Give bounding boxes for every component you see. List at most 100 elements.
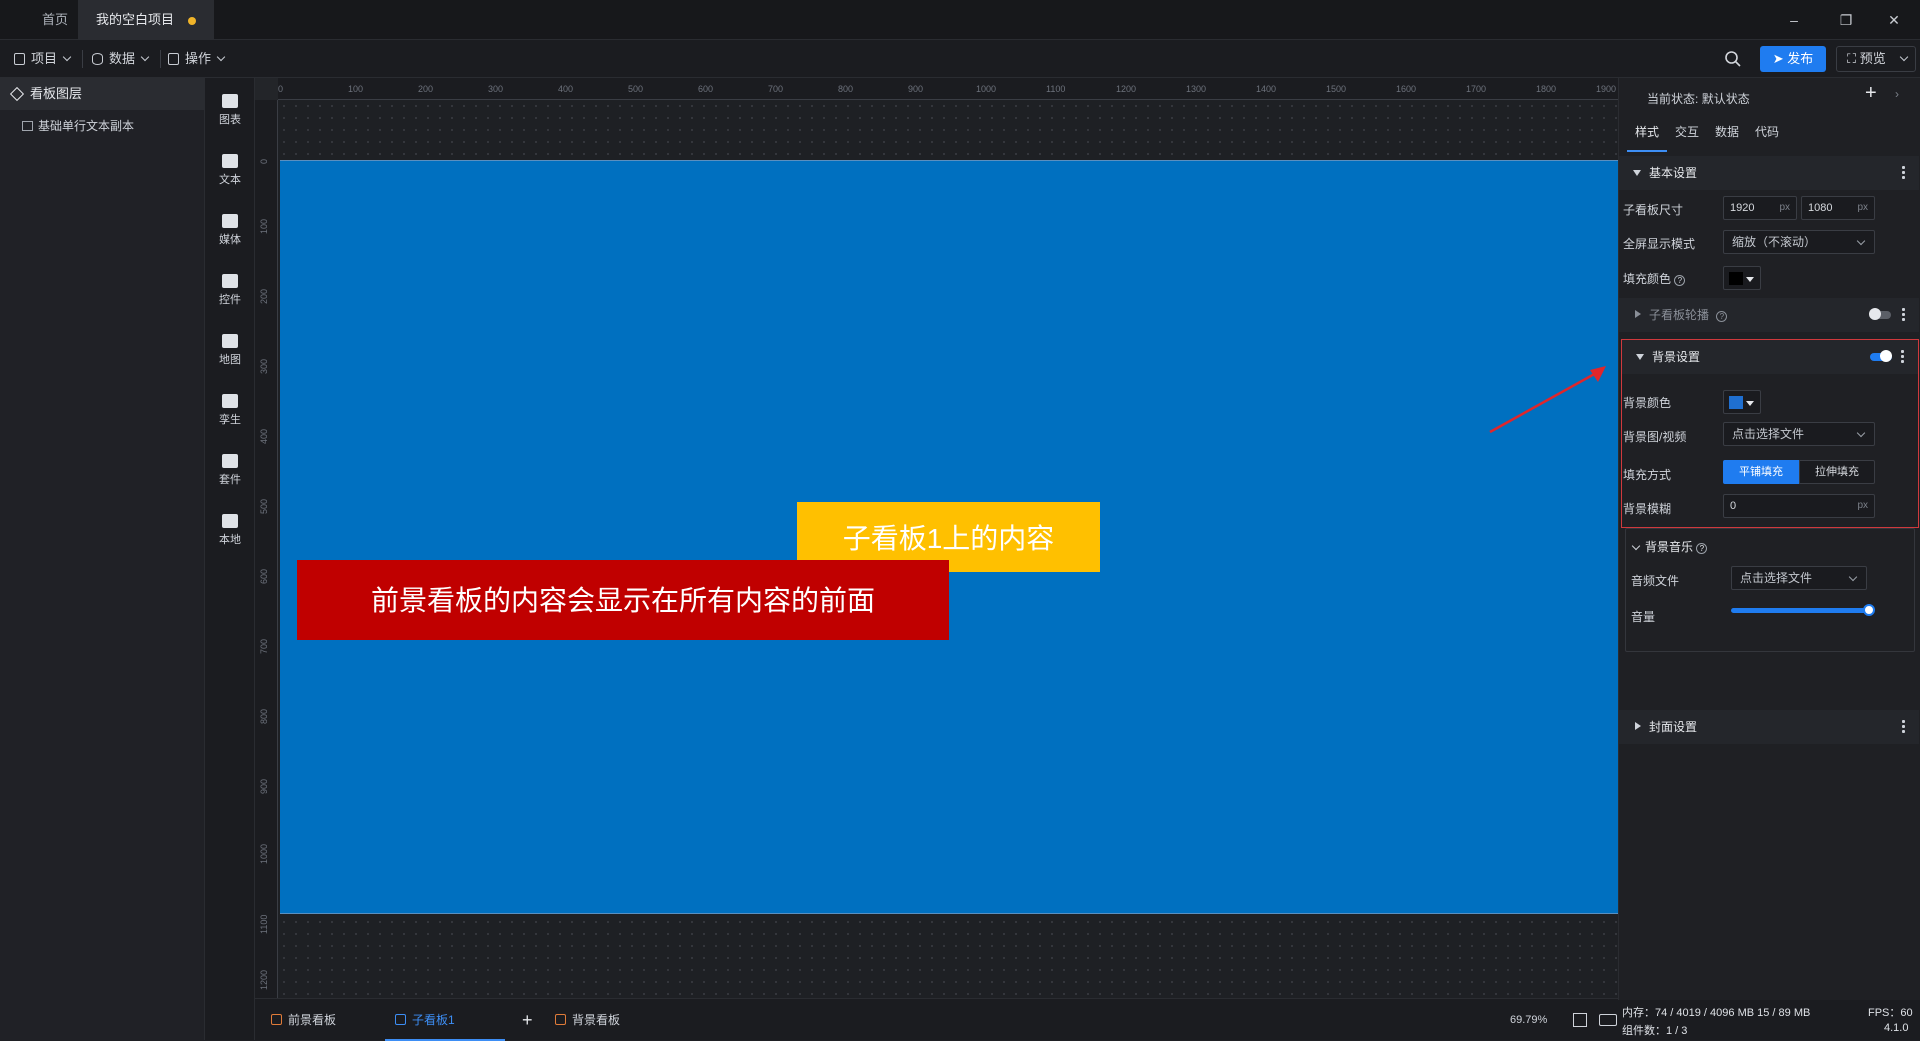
tab-child-board-1[interactable]: 子看板1 <box>385 999 505 1041</box>
layers-icon <box>9 86 25 102</box>
fullscreen-mode-select[interactable]: 缩放（不滚动） <box>1723 230 1875 254</box>
tool-map[interactable]: 地图 <box>205 324 255 376</box>
fill-mode-stretch-button[interactable]: 拉伸填充 <box>1799 460 1875 484</box>
minimize-button[interactable]: – <box>1768 0 1820 40</box>
unsaved-dot <box>188 16 197 25</box>
menu-project[interactable]: 项目 <box>14 40 72 78</box>
tool-local[interactable]: 本地 <box>205 504 255 556</box>
fit-screen-icon[interactable] <box>1573 1013 1587 1027</box>
help-icon[interactable]: ? <box>1696 543 1708 554</box>
fill-mode-tile-button[interactable]: 平铺填充 <box>1723 460 1799 484</box>
tool-widget[interactable]: 控件 <box>205 264 255 316</box>
expand-icon <box>1635 310 1641 318</box>
height-input[interactable]: 1080 px <box>1801 196 1875 220</box>
zoom-level[interactable]: 69.79% <box>1510 999 1547 1041</box>
chevron-down-icon <box>1899 52 1909 62</box>
section-cover-settings[interactable]: 封面设置 <box>1619 710 1919 744</box>
widget-icon <box>222 274 238 288</box>
label-bg-blur: 背景模糊 <box>1623 502 1672 516</box>
database-icon <box>92 53 103 65</box>
current-state[interactable]: 当前状态: 默认状态 <box>1647 90 1750 107</box>
chevron-down-icon <box>1856 428 1866 438</box>
section-basic-settings[interactable]: 基本设置 <box>1619 156 1919 190</box>
collapse-icon <box>1633 170 1641 176</box>
grid-icon <box>168 53 179 65</box>
tab-code[interactable]: 代码 <box>1747 122 1787 142</box>
chevron-down-icon <box>1631 541 1641 551</box>
tab-style[interactable]: 样式 <box>1627 122 1667 152</box>
help-icon[interactable]: ? <box>1716 311 1728 322</box>
title-bar: 首页 我的空白项目 – ❐ ✕ <box>0 0 1920 40</box>
tab-my-project[interactable]: 我的空白项目 <box>78 0 215 40</box>
foreground-board-text[interactable]: 前景看板的内容会显示在所有内容的前面 <box>297 560 949 640</box>
label-fill-mode: 填充方式 <box>1623 468 1672 482</box>
text-layer-icon <box>22 121 33 131</box>
board-icon <box>555 1014 566 1025</box>
bg-media-select[interactable]: 点击选择文件 <box>1723 422 1875 446</box>
label-bg-color: 背景颜色 <box>1623 396 1672 410</box>
add-board-button[interactable]: + <box>522 999 533 1041</box>
menu-bar: 项目 数据 操作 <box>0 40 1920 78</box>
bg-color-picker[interactable] <box>1723 390 1761 414</box>
chevron-down-icon <box>140 52 150 62</box>
ruler-horizontal: 0 100 200 300 400 500 600 700 800 900 10… <box>278 78 1618 100</box>
component-count: 组件数：1 / 3 <box>1622 1025 1688 1037</box>
more-icon[interactable] <box>1901 349 1904 364</box>
memory-usage: 内存：74 / 4019 / 4096 MB 15 / 89 MB <box>1622 1007 1811 1019</box>
fill-color-picker[interactable] <box>1723 266 1761 290</box>
file-icon <box>14 53 25 65</box>
search-icon[interactable] <box>1724 50 1742 68</box>
tab-interaction[interactable]: 交互 <box>1667 122 1707 142</box>
collapse-icon <box>1636 354 1644 360</box>
label-fullscreen-mode: 全屏显示模式 <box>1623 237 1696 251</box>
audio-file-select[interactable]: 点击选择文件 <box>1731 566 1867 590</box>
section-background-settings[interactable]: 背景设置 <box>1622 340 1918 374</box>
tool-media[interactable]: 媒体 <box>205 204 255 256</box>
chevron-right-icon[interactable]: › <box>1895 87 1899 101</box>
restore-button[interactable]: ❐ <box>1820 0 1872 40</box>
tab-home[interactable]: 首页 <box>24 0 86 40</box>
section-carousel[interactable]: 子看板轮播 ? <box>1619 298 1919 332</box>
add-state-icon[interactable]: + <box>1865 82 1877 105</box>
publish-button[interactable]: ➤ 发布 <box>1760 46 1826 72</box>
bg-blur-input[interactable]: 0 px <box>1723 494 1875 518</box>
monitor-icon <box>395 1014 406 1025</box>
menu-data[interactable]: 数据 <box>92 40 150 78</box>
tool-kit[interactable]: 套件 <box>205 444 255 496</box>
version-label: 4.1.0 <box>1884 1022 1909 1034</box>
label-fill-color: 填充颜色 ? <box>1623 270 1686 287</box>
close-button[interactable]: ✕ <box>1868 0 1920 40</box>
background-toggle[interactable] <box>1870 350 1892 362</box>
chevron-down-icon <box>1848 572 1858 582</box>
tab-foreground-board[interactable]: 前景看板 <box>265 999 342 1041</box>
chevron-down-icon <box>1856 236 1866 246</box>
help-icon[interactable]: ? <box>1674 275 1686 286</box>
tool-chart[interactable]: 图表 <box>205 84 255 136</box>
preview-button[interactable]: ⛶ 预览 <box>1836 46 1916 72</box>
caret-down-icon <box>1746 401 1754 406</box>
board-icon <box>271 1014 282 1025</box>
chart-icon <box>222 94 238 108</box>
volume-slider-handle[interactable] <box>1863 604 1875 616</box>
menu-operation[interactable]: 操作 <box>168 40 226 78</box>
layer-item[interactable]: 基础单行文本副本 <box>0 114 205 138</box>
tool-text[interactable]: 文本 <box>205 144 255 196</box>
more-icon[interactable] <box>1902 165 1905 180</box>
tab-data[interactable]: 数据 <box>1707 122 1747 142</box>
more-icon[interactable] <box>1902 719 1905 734</box>
annotation-arrow <box>1489 366 1606 434</box>
music-header[interactable]: 背景音乐 ? <box>1631 538 1708 555</box>
width-input[interactable]: 1920 px <box>1723 196 1797 220</box>
carousel-toggle[interactable] <box>1869 308 1891 320</box>
chevron-down-icon <box>62 52 72 62</box>
chevron-down-icon <box>216 52 226 62</box>
more-icon[interactable] <box>1902 307 1905 322</box>
tool-twin[interactable]: 孪生 <box>205 384 255 436</box>
fullscreen-icon: ⛶ <box>1847 51 1860 66</box>
volume-slider[interactable] <box>1731 608 1871 613</box>
status-bar: 内存：74 / 4019 / 4096 MB 15 / 89 MB FPS：60… <box>1618 1000 1920 1040</box>
twin-icon <box>222 394 238 408</box>
tab-background-board[interactable]: 背景看板 <box>555 999 620 1041</box>
fill-color-swatch <box>1729 272 1743 285</box>
keyboard-icon[interactable] <box>1599 1014 1617 1026</box>
